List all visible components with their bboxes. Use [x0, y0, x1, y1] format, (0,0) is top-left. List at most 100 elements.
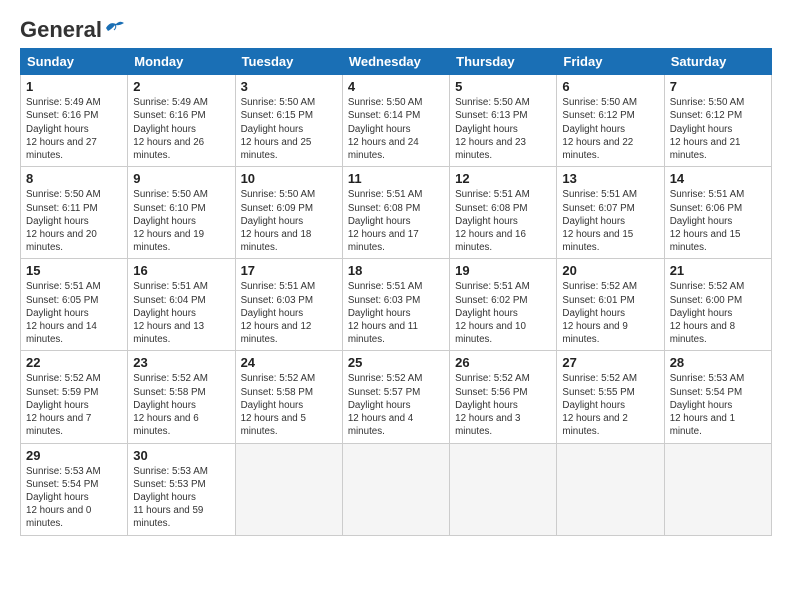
day-info: Sunrise: 5:51 AMSunset: 6:03 PMDaylight … [348, 280, 444, 346]
table-row: 15Sunrise: 5:51 AMSunset: 6:05 PMDayligh… [21, 259, 128, 351]
day-number: 1 [26, 79, 122, 94]
day-number: 17 [241, 263, 337, 278]
table-row: 26 Sunrise: 5:52 AMSunset: 5:56 PMDayligh… [450, 351, 557, 443]
header-thursday: Thursday [450, 49, 557, 75]
logo: General [20, 18, 126, 38]
calendar-week-row: 1 Sunrise: 5:49 AMSunset: 6:16 PMDaylight… [21, 75, 772, 167]
table-row: 19 Sunrise: 5:51 AMSunset: 6:02 PMDayligh… [450, 259, 557, 351]
day-info: Sunrise: 5:50 AMSunset: 6:14 PMDaylight … [348, 96, 444, 162]
day-number: 20 [562, 263, 658, 278]
day-number: 5 [455, 79, 551, 94]
day-number: 22 [26, 355, 122, 370]
day-number: 2 [133, 79, 229, 94]
table-row: 2 Sunrise: 5:49 AMSunset: 6:16 PMDaylight… [128, 75, 235, 167]
day-number: 13 [562, 171, 658, 186]
table-row: 5 Sunrise: 5:50 AMSunset: 6:13 PMDaylight… [450, 75, 557, 167]
day-info: Sunrise: 5:50 AMSunset: 6:13 PMDaylight … [455, 96, 551, 162]
day-info: Sunrise: 5:51 AMSunset: 6:02 PMDaylight … [455, 280, 551, 346]
table-row: 12 Sunrise: 5:51 AMSunset: 6:08 PMDayligh… [450, 167, 557, 259]
table-row: 29 Sunrise: 5:53 AMSunset: 5:54 PMDayligh… [21, 443, 128, 535]
table-row: 8 Sunrise: 5:50 AMSunset: 6:11 PMDaylight… [21, 167, 128, 259]
day-number: 8 [26, 171, 122, 186]
bird-icon [104, 19, 126, 37]
day-info: Sunrise: 5:52 AMSunset: 5:59 PMDaylight … [26, 372, 122, 438]
table-row [450, 443, 557, 535]
table-row: 3 Sunrise: 5:50 AMSunset: 6:15 PMDaylight… [235, 75, 342, 167]
day-number: 29 [26, 448, 122, 463]
day-number: 3 [241, 79, 337, 94]
day-info: Sunrise: 5:50 AMSunset: 6:12 PMDaylight … [670, 96, 766, 162]
day-info: Sunrise: 5:49 AMSunset: 6:16 PMDaylight … [26, 96, 122, 162]
day-number: 16 [133, 263, 229, 278]
day-info: Sunrise: 5:53 AMSunset: 5:53 PMDaylight … [133, 465, 229, 531]
day-number: 10 [241, 171, 337, 186]
day-number: 28 [670, 355, 766, 370]
day-number: 14 [670, 171, 766, 186]
day-number: 24 [241, 355, 337, 370]
day-info: Sunrise: 5:53 AMSunset: 5:54 PMDaylight … [26, 465, 122, 531]
table-row: 4 Sunrise: 5:50 AMSunset: 6:14 PMDaylight… [342, 75, 449, 167]
table-row: 13Sunrise: 5:51 AMSunset: 6:07 PMDayligh… [557, 167, 664, 259]
table-row: 20 Sunrise: 5:52 AMSunset: 6:01 PMDayligh… [557, 259, 664, 351]
day-info: Sunrise: 5:51 AMSunset: 6:08 PMDaylight … [348, 188, 444, 254]
calendar-week-row: 15Sunrise: 5:51 AMSunset: 6:05 PMDayligh… [21, 259, 772, 351]
table-row: 6 Sunrise: 5:50 AMSunset: 6:12 PMDaylight… [557, 75, 664, 167]
table-row: 16Sunrise: 5:51 AMSunset: 6:04 PMDayligh… [128, 259, 235, 351]
day-number: 4 [348, 79, 444, 94]
table-row: 14 Sunrise: 5:51 AMSunset: 6:06 PMDayligh… [664, 167, 771, 259]
table-row: 30Sunrise: 5:53 AMSunset: 5:53 PMDayligh… [128, 443, 235, 535]
day-info: Sunrise: 5:52 AMSunset: 5:58 PMDaylight … [133, 372, 229, 438]
day-number: 21 [670, 263, 766, 278]
day-info: Sunrise: 5:51 AMSunset: 6:06 PMDaylight … [670, 188, 766, 254]
day-info: Sunrise: 5:50 AMSunset: 6:15 PMDaylight … [241, 96, 337, 162]
day-number: 15 [26, 263, 122, 278]
day-number: 27 [562, 355, 658, 370]
table-row: 21 Sunrise: 5:52 AMSunset: 6:00 PMDayligh… [664, 259, 771, 351]
header-sunday: Sunday [21, 49, 128, 75]
day-info: Sunrise: 5:52 AMSunset: 5:57 PMDaylight … [348, 372, 444, 438]
day-number: 7 [670, 79, 766, 94]
weekday-header-row: Sunday Monday Tuesday Wednesday Thursday… [21, 49, 772, 75]
calendar-table: Sunday Monday Tuesday Wednesday Thursday… [20, 48, 772, 535]
table-row: 18Sunrise: 5:51 AMSunset: 6:03 PMDayligh… [342, 259, 449, 351]
table-row [664, 443, 771, 535]
table-row [557, 443, 664, 535]
day-info: Sunrise: 5:49 AMSunset: 6:16 PMDaylight … [133, 96, 229, 162]
table-row: 17 Sunrise: 5:51 AMSunset: 6:03 PMDayligh… [235, 259, 342, 351]
table-row [342, 443, 449, 535]
day-number: 11 [348, 171, 444, 186]
table-row: 28Sunrise: 5:53 AMSunset: 5:54 PMDayligh… [664, 351, 771, 443]
day-number: 23 [133, 355, 229, 370]
calendar-week-row: 8 Sunrise: 5:50 AMSunset: 6:11 PMDaylight… [21, 167, 772, 259]
day-number: 25 [348, 355, 444, 370]
table-row: 22 Sunrise: 5:52 AMSunset: 5:59 PMDayligh… [21, 351, 128, 443]
day-number: 26 [455, 355, 551, 370]
table-row: 7 Sunrise: 5:50 AMSunset: 6:12 PMDaylight… [664, 75, 771, 167]
day-info: Sunrise: 5:52 AMSunset: 5:56 PMDaylight … [455, 372, 551, 438]
logo-text: General [20, 18, 102, 42]
day-number: 12 [455, 171, 551, 186]
table-row: 1 Sunrise: 5:49 AMSunset: 6:16 PMDaylight… [21, 75, 128, 167]
day-info: Sunrise: 5:52 AMSunset: 5:55 PMDaylight … [562, 372, 658, 438]
table-row: 25 Sunrise: 5:52 AMSunset: 5:57 PMDayligh… [342, 351, 449, 443]
table-row: 9 Sunrise: 5:50 AMSunset: 6:10 PMDaylight… [128, 167, 235, 259]
table-row: 23 Sunrise: 5:52 AMSunset: 5:58 PMDayligh… [128, 351, 235, 443]
calendar-week-row: 22 Sunrise: 5:52 AMSunset: 5:59 PMDayligh… [21, 351, 772, 443]
page: General Sunday Monday Tuesday Wednesday … [0, 0, 792, 546]
table-row [235, 443, 342, 535]
day-info: Sunrise: 5:50 AMSunset: 6:12 PMDaylight … [562, 96, 658, 162]
header-friday: Friday [557, 49, 664, 75]
day-info: Sunrise: 5:52 AMSunset: 6:00 PMDaylight … [670, 280, 766, 346]
day-info: Sunrise: 5:52 AMSunset: 6:01 PMDaylight … [562, 280, 658, 346]
table-row: 11 Sunrise: 5:51 AMSunset: 6:08 PMDayligh… [342, 167, 449, 259]
day-info: Sunrise: 5:51 AMSunset: 6:08 PMDaylight … [455, 188, 551, 254]
day-number: 6 [562, 79, 658, 94]
day-info: Sunrise: 5:50 AMSunset: 6:11 PMDaylight … [26, 188, 122, 254]
day-info: Sunrise: 5:51 AMSunset: 6:03 PMDaylight … [241, 280, 337, 346]
day-number: 9 [133, 171, 229, 186]
calendar-week-row: 29 Sunrise: 5:53 AMSunset: 5:54 PMDayligh… [21, 443, 772, 535]
day-info: Sunrise: 5:50 AMSunset: 6:10 PMDaylight … [133, 188, 229, 254]
table-row: 10 Sunrise: 5:50 AMSunset: 6:09 PMDayligh… [235, 167, 342, 259]
day-info: Sunrise: 5:50 AMSunset: 6:09 PMDaylight … [241, 188, 337, 254]
day-number: 19 [455, 263, 551, 278]
